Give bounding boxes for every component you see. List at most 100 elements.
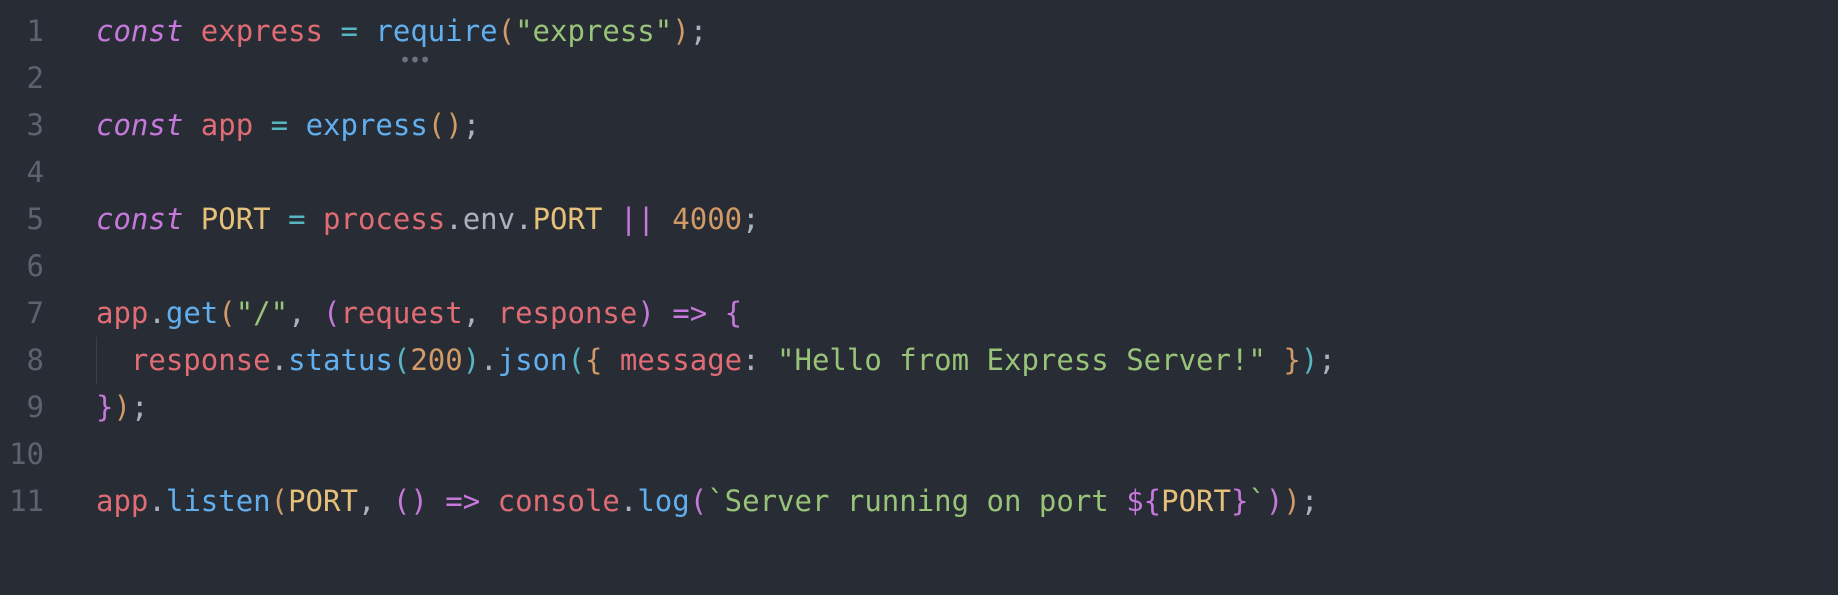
token-def: PORT: [1161, 484, 1231, 518]
token-plain: [183, 108, 200, 142]
token-plain: [253, 108, 270, 142]
token-kw: =>: [672, 296, 707, 330]
token-kw: =>: [445, 484, 480, 518]
token-str: "Hello from Express Server!": [777, 343, 1266, 377]
token-fn: express: [306, 108, 428, 142]
token-brY: (): [428, 108, 463, 142]
token-op: =: [340, 14, 357, 48]
token-fn: json: [498, 343, 568, 377]
token-plain: .: [445, 202, 462, 236]
code-area[interactable]: const express = require("express");•••co…: [56, 0, 1838, 595]
code-line[interactable]: response.status(200).json({ message: "He…: [96, 337, 1838, 384]
token-plain: [96, 343, 131, 377]
token-kw: }: [1231, 484, 1248, 518]
token-plain: [271, 202, 288, 236]
code-editor[interactable]: 1234567891011 const express = require("e…: [0, 0, 1838, 595]
token-tmpl: `: [1248, 484, 1265, 518]
token-kw-it: const: [96, 14, 183, 48]
token-plain: ;: [463, 108, 480, 142]
token-plain: ;: [131, 390, 148, 424]
code-line[interactable]: app.listen(PORT, () => console.log(`Serv…: [96, 478, 1838, 525]
token-brY: (: [218, 296, 235, 330]
token-brP: (: [690, 484, 707, 518]
line-number: 1: [0, 8, 56, 55]
token-fn: log: [637, 484, 689, 518]
token-num: 4000: [672, 202, 742, 236]
token-plain: [655, 202, 672, 236]
token-plain: [183, 202, 200, 236]
token-brP: }: [96, 390, 113, 424]
code-line[interactable]: const app = express();: [96, 102, 1838, 149]
token-ident: response: [131, 343, 271, 377]
token-plain: [602, 343, 619, 377]
token-ident: console: [498, 484, 620, 518]
token-brY: ): [1283, 484, 1300, 518]
line-number: 10: [0, 431, 56, 478]
token-str: "/": [236, 296, 288, 330]
token-plain: [707, 296, 724, 330]
token-plain: [428, 484, 445, 518]
token-plain: [602, 202, 619, 236]
token-brP: (: [323, 296, 340, 330]
token-num: 200: [410, 343, 462, 377]
code-line[interactable]: [96, 55, 1838, 102]
token-ident: express: [201, 14, 323, 48]
code-line[interactable]: app.get("/", (request, response) => {: [96, 290, 1838, 337]
token-plain: .: [148, 296, 165, 330]
token-def: PORT: [533, 202, 603, 236]
token-brY: (: [271, 484, 288, 518]
token-ident: app: [96, 484, 148, 518]
line-number: 6: [0, 243, 56, 290]
token-plain: [306, 202, 323, 236]
token-plain: ;: [690, 14, 707, 48]
token-plain: .: [480, 343, 497, 377]
token-brP: {: [725, 296, 742, 330]
token-plain: [183, 14, 200, 48]
token-fn: get: [166, 296, 218, 330]
token-brY: {: [585, 343, 602, 377]
token-kw: ${: [1126, 484, 1161, 518]
token-plain: .: [148, 484, 165, 518]
token-fn: require: [375, 14, 497, 48]
indent-guide: [96, 337, 97, 384]
token-brB: ): [463, 343, 480, 377]
code-line[interactable]: const PORT = process.env.PORT || 4000;: [96, 196, 1838, 243]
token-plain: [480, 484, 497, 518]
line-number-gutter: 1234567891011: [0, 0, 56, 595]
token-plain: .: [515, 202, 532, 236]
line-number: 8: [0, 337, 56, 384]
line-number: 4: [0, 149, 56, 196]
token-def: PORT: [288, 484, 358, 518]
code-line[interactable]: });: [96, 384, 1838, 431]
line-number: 9: [0, 384, 56, 431]
code-line[interactable]: [96, 243, 1838, 290]
token-plain: ;: [742, 202, 759, 236]
token-plain: ,: [358, 484, 393, 518]
token-plain: [358, 14, 375, 48]
token-ident: request: [341, 296, 463, 330]
token-plain: [1266, 343, 1283, 377]
code-line[interactable]: [96, 149, 1838, 196]
token-plain: [655, 296, 672, 330]
token-prop: env: [463, 202, 515, 236]
token-tmpl: `Server running on port: [707, 484, 1126, 518]
code-line[interactable]: const express = require("express");•••: [96, 8, 1838, 55]
token-def: PORT: [201, 202, 271, 236]
token-brY: (: [498, 14, 515, 48]
token-plain: ;: [1318, 343, 1335, 377]
code-line[interactable]: [96, 431, 1838, 478]
token-brB: ): [1301, 343, 1318, 377]
token-ident: response: [498, 296, 638, 330]
token-kw-it: const: [96, 108, 183, 142]
token-kw-it: const: [96, 202, 183, 236]
token-op: =: [288, 202, 305, 236]
token-str: "express": [515, 14, 672, 48]
token-brY: ): [113, 390, 130, 424]
token-brY: ): [672, 14, 689, 48]
token-plain: :: [742, 343, 777, 377]
token-plain: .: [271, 343, 288, 377]
line-number: 3: [0, 102, 56, 149]
token-brY: }: [1283, 343, 1300, 377]
token-op: =: [271, 108, 288, 142]
token-ident: app: [201, 108, 253, 142]
